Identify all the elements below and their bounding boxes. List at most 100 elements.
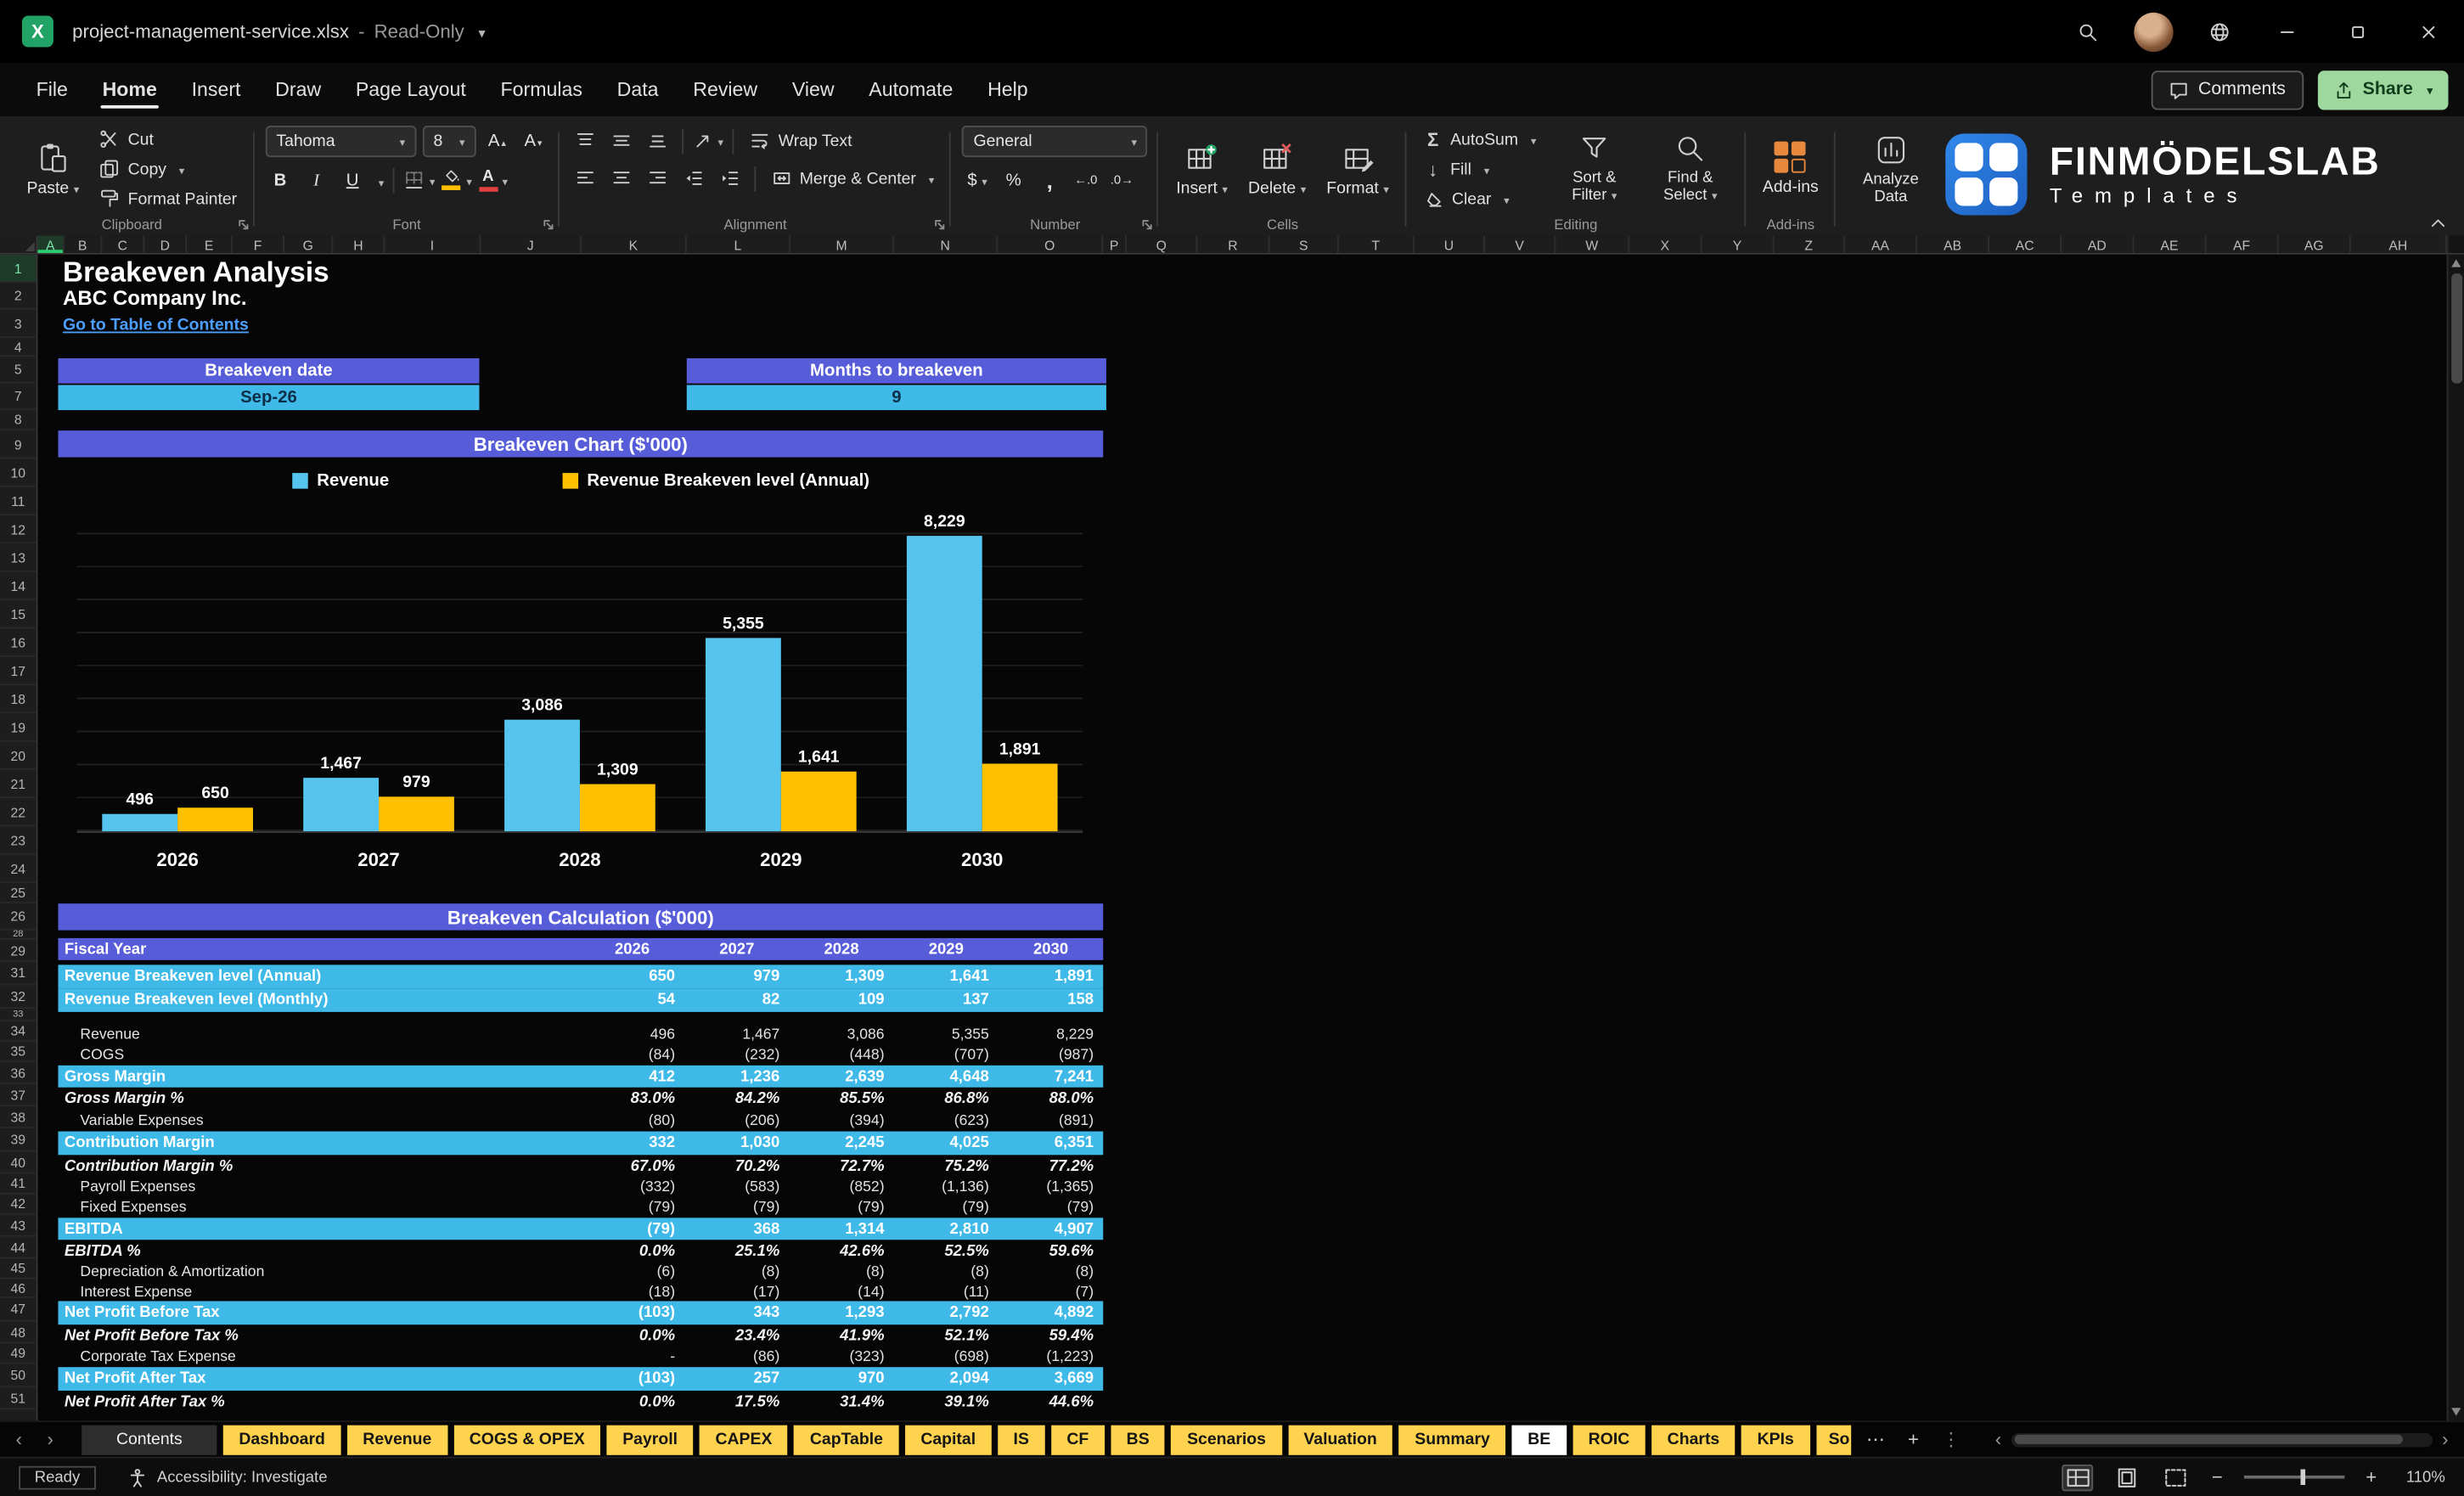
column-header-j[interactable]: J [481,235,582,253]
row-header-3[interactable]: 3 [0,310,37,338]
comments-button[interactable]: Comments [2151,70,2304,110]
column-header-l[interactable]: L [687,235,790,253]
sheet-tab-valuation[interactable]: Valuation [1287,1424,1393,1454]
cell-net-profit-after-tax-2028[interactable]: 970 [789,1370,893,1387]
vertical-scroll-thumb[interactable] [2450,273,2462,384]
row-header-47[interactable]: 47 [0,1298,37,1322]
cell-cogs-2029[interactable]: (707) [894,1047,999,1064]
row-header-23[interactable]: 23 [0,827,37,855]
cell-payroll-expenses-2029[interactable]: (1,136) [894,1178,999,1195]
menu-tab-home[interactable]: Home [85,66,174,114]
cell-revenue-breakeven-level-annual-2030[interactable]: 1,891 [999,968,1103,985]
sheet-tab-capital[interactable]: Capital [904,1424,992,1454]
row-label-net-profit-before-tax[interactable]: Net Profit Before Tax [58,1304,579,1321]
clipboard-dialog-launcher[interactable] [237,218,250,231]
cell-depreciation-amortization-2028[interactable]: (8) [789,1263,893,1280]
cell-gross-margin-2027[interactable]: 84.2% [684,1090,789,1107]
cell-gross-margin-2029[interactable]: 86.8% [894,1090,999,1107]
horizontal-scrollbar[interactable] [1970,1430,2464,1448]
column-header-n[interactable]: N [894,235,999,253]
close-button[interactable] [2394,0,2464,63]
cell-net-profit-after-tax-2026[interactable]: 0.0% [580,1393,684,1410]
cell-ebitda-2028[interactable]: 1,314 [789,1220,893,1237]
cell-depreciation-amortization-2030[interactable]: (8) [999,1263,1103,1280]
column-header-m[interactable]: M [790,235,895,253]
row-header-31[interactable]: 31 [0,962,37,986]
underline-button[interactable]: U [338,165,368,194]
zoom-slider[interactable] [2243,1469,2345,1485]
cell-gross-margin-2026[interactable]: 83.0% [580,1090,684,1107]
column-header-o[interactable]: O [998,235,1104,253]
row-header-13[interactable]: 13 [0,543,37,572]
cell-revenue-breakeven-level-monthly-2030[interactable]: 158 [999,992,1103,1009]
cell-revenue-2029[interactable]: 5,355 [894,1026,999,1043]
cell-cogs-2026[interactable]: (84) [580,1047,684,1064]
sheet-tab-charts[interactable]: Charts [1651,1424,1735,1454]
cell-ebitda-2029[interactable]: 52.5% [894,1242,999,1259]
cell-net-profit-before-tax-2030[interactable]: 59.4% [999,1327,1103,1344]
chart-bar-revenue-2027[interactable]: 1,467 [303,754,380,832]
sheet-tab-captable[interactable]: CapTable [794,1424,899,1454]
cell-gross-margin-2029[interactable]: 4,648 [894,1068,999,1085]
column-header-r[interactable]: R [1197,235,1270,253]
cell-payroll-expenses-2030[interactable]: (1,365) [999,1178,1103,1195]
minimize-button[interactable] [2252,0,2322,63]
row-label-variable-expenses[interactable]: Variable Expenses [58,1111,579,1128]
row-header-33[interactable]: 33 [0,1009,37,1022]
addins-button[interactable]: Add-ins [1756,126,1825,212]
cell-cogs-2030[interactable]: (987) [999,1047,1103,1064]
menu-tab-file[interactable]: File [19,66,85,114]
row-label-ebitda[interactable]: EBITDA [58,1220,579,1237]
cell-interest-expense-2027[interactable]: (17) [684,1283,789,1300]
row-header-41[interactable]: 41 [0,1174,37,1195]
cell-depreciation-amortization-2026[interactable]: (6) [580,1263,684,1280]
chart-bar-revenue-breakeven-level-annual-2028[interactable]: 1,309 [579,761,655,832]
sheet-tab-so[interactable]: So [1815,1424,1851,1454]
cell-depreciation-amortization-2029[interactable]: (8) [894,1263,999,1280]
select-all-corner[interactable] [0,235,38,253]
row-label-net-profit-after-tax[interactable]: Net Profit After Tax % [58,1393,579,1410]
row-header-19[interactable]: 19 [0,713,37,742]
column-header-z[interactable]: Z [1775,235,1845,253]
row-header-28[interactable]: 28 [0,931,37,940]
tab-scroll-right-icon[interactable] [48,1430,53,1448]
row-header-24[interactable]: 24 [0,855,37,884]
cell-variable-expenses-2027[interactable]: (206) [684,1111,789,1128]
row-header-9[interactable]: 9 [0,430,37,459]
cell-interest-expense-2029[interactable]: (11) [894,1283,999,1300]
cell-ebitda-2030[interactable]: 4,907 [999,1220,1103,1237]
cell-net-profit-after-tax-2027[interactable]: 257 [684,1370,789,1387]
cell-cogs-2027[interactable]: (232) [684,1047,789,1064]
row-header-18[interactable]: 18 [0,685,37,714]
insert-cells-button[interactable]: Insert [1170,126,1234,212]
row-header-50[interactable]: 50 [0,1364,37,1388]
align-right-button[interactable] [643,163,672,193]
row-header-39[interactable]: 39 [0,1128,37,1152]
column-header-h[interactable]: H [333,235,385,253]
cell-corporate-tax-expense-2028[interactable]: (323) [789,1348,893,1365]
cell-net-profit-before-tax-2026[interactable]: (103) [580,1304,684,1321]
cell-interest-expense-2030[interactable]: (7) [999,1283,1103,1300]
cell-net-profit-after-tax-2030[interactable]: 3,669 [999,1370,1103,1387]
chart-bar-revenue-2030[interactable]: 8,229 [906,512,982,832]
sheet-tab-revenue[interactable]: Revenue [346,1424,447,1454]
align-top-button[interactable] [571,126,600,155]
row-header-46[interactable]: 46 [0,1279,37,1298]
column-header-v[interactable]: V [1485,235,1556,253]
column-header-y[interactable]: Y [1702,235,1775,253]
cell-payroll-expenses-2026[interactable]: (332) [580,1178,684,1195]
borders-button[interactable] [404,165,435,194]
align-middle-button[interactable] [606,126,636,155]
title-chevron-down-icon[interactable] [474,20,486,42]
cell-contribution-margin-2030[interactable]: 77.2% [999,1157,1103,1174]
cell-gross-margin-2026[interactable]: 412 [580,1068,684,1085]
format-painter-button[interactable]: Format Painter [93,185,244,211]
sheet-tab-contents[interactable]: Contents [82,1424,217,1454]
row-header-34[interactable]: 34 [0,1021,37,1043]
share-caret-icon[interactable] [2422,80,2433,98]
column-header-aa[interactable]: AA [1845,235,1917,253]
row-header-37[interactable]: 37 [0,1084,37,1106]
bold-button[interactable]: B [265,165,295,194]
percent-format-button[interactable]: % [999,165,1028,194]
copy-caret-icon[interactable] [174,160,184,178]
